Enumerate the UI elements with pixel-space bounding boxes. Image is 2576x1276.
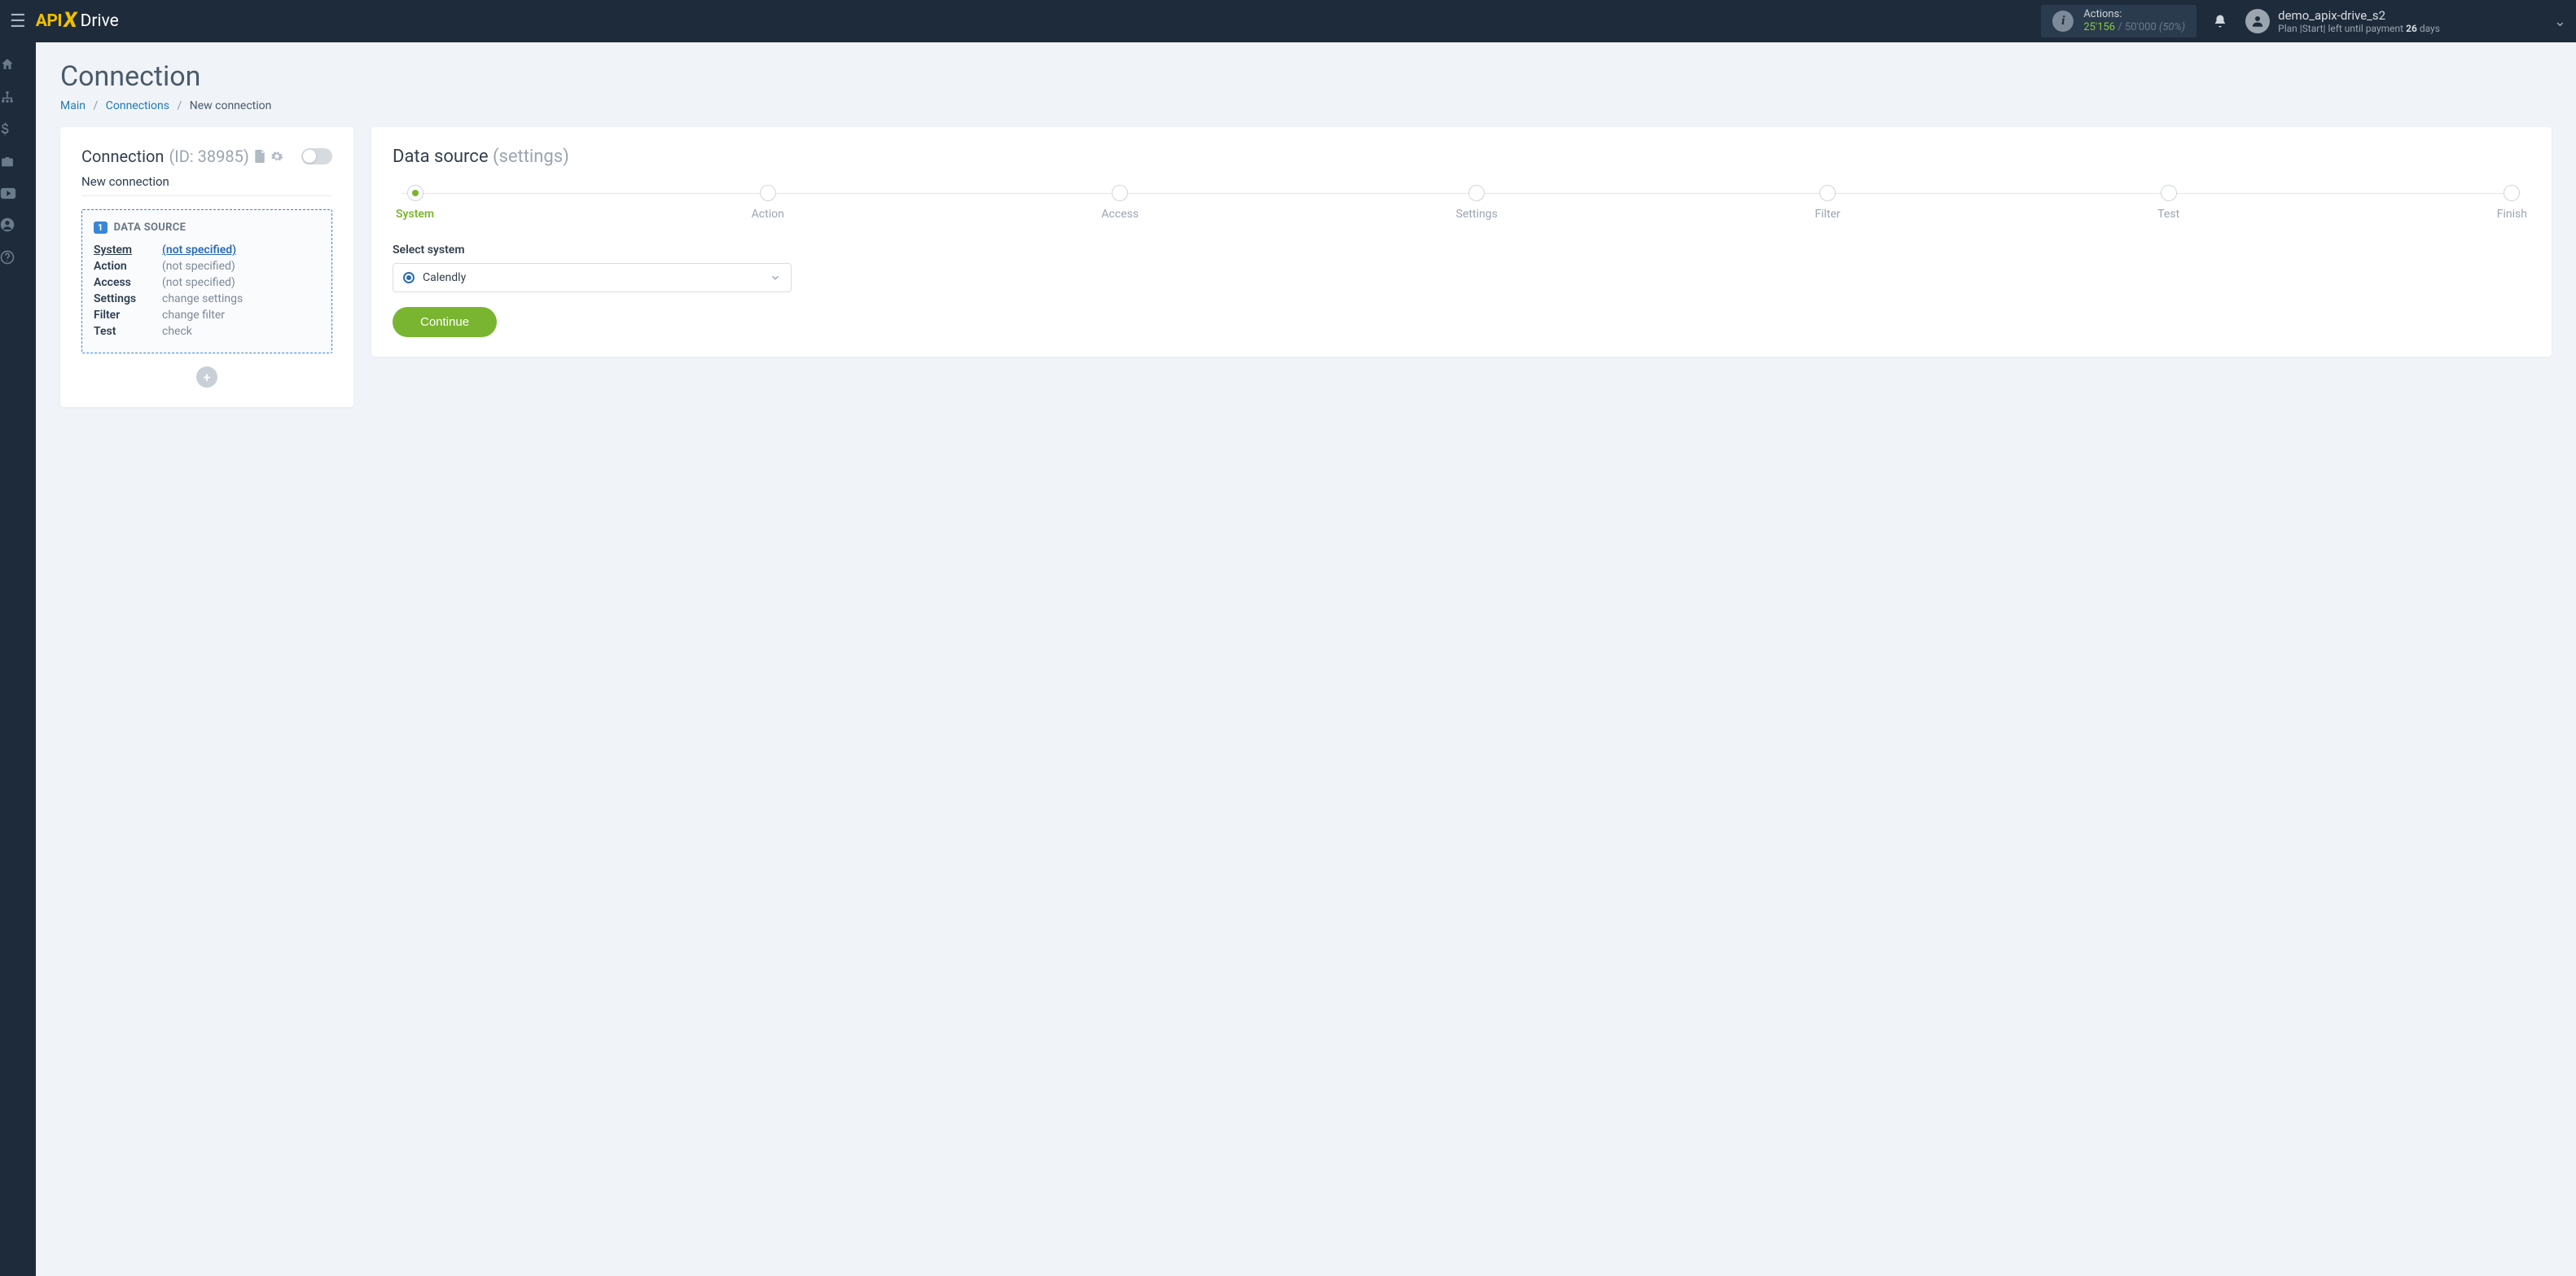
connection-name[interactable]: New connection (81, 174, 332, 196)
row-filter-val: change filter (162, 309, 225, 322)
actions-used: 25'156 (2083, 21, 2115, 33)
nav-profile-icon[interactable] (0, 217, 36, 232)
nav-billing-icon[interactable] (0, 122, 36, 137)
actions-total: / 50'000 (2117, 21, 2156, 33)
breadcrumb-main[interactable]: Main (60, 99, 86, 112)
source-heading-label: DATA SOURCE (114, 221, 187, 234)
data-source-settings-card: Data source (settings) System Action Acc… (371, 127, 2552, 357)
sidebar (0, 42, 36, 1276)
step-finish[interactable]: Finish (2497, 185, 2527, 221)
row-access-key: Access (94, 276, 152, 289)
connection-summary-card: Connection (ID: 38985) New connection 1 … (60, 127, 353, 407)
row-action-key: Action (94, 260, 152, 273)
step-dot-icon (760, 185, 776, 201)
step-system[interactable]: System (396, 185, 434, 221)
connection-heading: Connection (81, 147, 164, 166)
row-settings-val: change settings (162, 292, 243, 305)
row-test-val: check (162, 325, 192, 338)
chevron-down-icon (770, 272, 781, 283)
page-title: Connection (60, 60, 2552, 93)
info-icon: i (2052, 11, 2074, 32)
nav-connections-icon[interactable] (0, 90, 36, 104)
step-settings[interactable]: Settings (1456, 185, 1498, 221)
actions-quota[interactable]: i Actions: 25'156 / 50'000 (50%) (2041, 5, 2196, 37)
breadcrumb-connections[interactable]: Connections (106, 99, 169, 112)
breadcrumb: Main / Connections / New connection (60, 99, 2552, 112)
document-icon[interactable] (254, 150, 265, 163)
top-bar: ☰ APIXDrive i Actions: 25'156 / 50'000 (… (0, 0, 2576, 42)
row-test-key: Test (94, 325, 152, 338)
gear-icon[interactable] (270, 150, 283, 163)
nav-briefcase-icon[interactable] (0, 155, 36, 169)
row-system-val[interactable]: (not specified) (162, 243, 236, 257)
avatar-icon (2245, 9, 2270, 33)
step-filter[interactable]: Filter (1815, 185, 1840, 221)
step-dot-icon (2161, 185, 2177, 201)
source-badge: 1 (94, 221, 108, 234)
actions-label: Actions: (2083, 8, 2185, 21)
step-test[interactable]: Test (2157, 185, 2179, 221)
step-dot-icon (1468, 185, 1485, 201)
continue-button[interactable]: Continue (393, 307, 497, 337)
add-destination-button[interactable]: + (196, 366, 217, 388)
logo[interactable]: APIXDrive (36, 9, 119, 33)
chevron-down-icon[interactable]: ⌄ (2554, 13, 2566, 30)
select-system-label: Select system (393, 243, 2530, 257)
nav-help-icon[interactable] (0, 250, 36, 265)
system-select[interactable]: Calendly (393, 263, 792, 292)
system-select-value: Calendly (423, 271, 761, 284)
bell-icon[interactable] (2213, 14, 2227, 29)
connection-id: (ID: 38985) (169, 147, 248, 166)
step-dot-icon (407, 185, 423, 201)
row-filter-key: Filter (94, 309, 152, 322)
data-source-title: Data source (settings) (393, 147, 2530, 167)
radio-icon (403, 272, 415, 283)
row-action-val: (not specified) (162, 260, 235, 273)
nav-video-icon[interactable] (0, 187, 36, 200)
user-name: demo_apix-drive_s2 (2278, 8, 2440, 23)
connection-enabled-toggle[interactable] (301, 148, 332, 164)
row-system-key: System (94, 243, 152, 257)
breadcrumb-current: New connection (190, 99, 272, 112)
user-plan: Plan |Start| left until payment 26 days (2278, 23, 2440, 34)
step-dot-icon (2504, 185, 2520, 201)
step-dot-icon (1819, 185, 1836, 201)
row-settings-key: Settings (94, 292, 152, 305)
data-source-block[interactable]: 1 DATA SOURCE System (not specified) Act… (81, 209, 332, 353)
step-dot-icon (1112, 185, 1128, 201)
main-content: Connection Main / Connections / New conn… (36, 42, 2576, 425)
nav-home-icon[interactable] (0, 57, 36, 72)
wizard-stepper: System Action Access Settings Filter (393, 185, 2530, 221)
actions-percent: (50%) (2159, 21, 2185, 33)
row-access-val: (not specified) (162, 276, 235, 289)
step-action[interactable]: Action (752, 185, 784, 221)
menu-icon[interactable]: ☰ (10, 11, 26, 32)
user-menu[interactable]: demo_apix-drive_s2 Plan |Start| left unt… (2245, 8, 2440, 34)
step-access[interactable]: Access (1101, 185, 1139, 221)
